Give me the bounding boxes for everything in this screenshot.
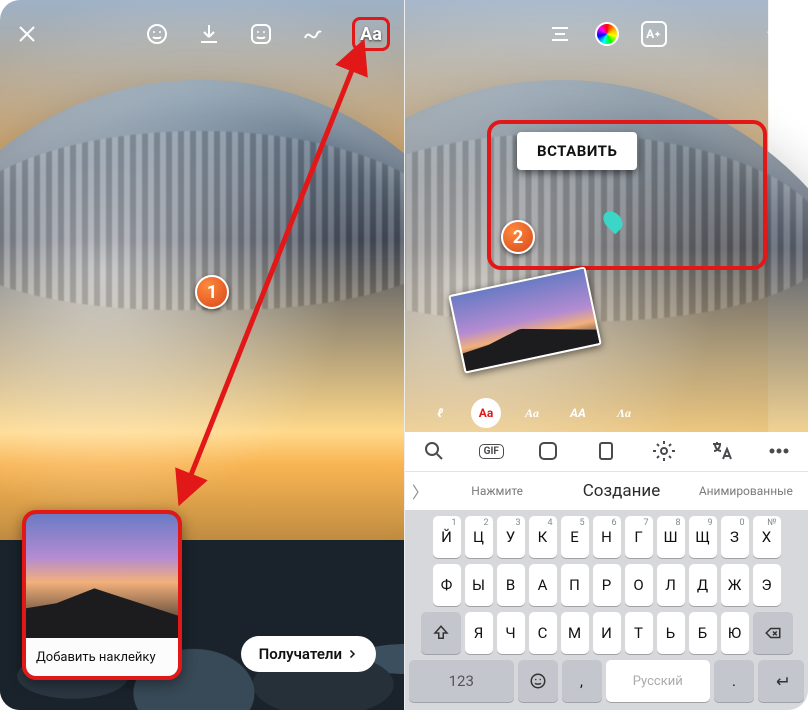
key[interactable]: Ц2	[465, 516, 493, 558]
key[interactable]: Р	[593, 564, 621, 606]
enter-key[interactable]	[758, 660, 804, 702]
period-key[interactable]: .	[714, 660, 754, 702]
download-icon[interactable]	[196, 21, 222, 47]
key[interactable]: Э	[753, 564, 781, 606]
recipients-button[interactable]: Получатели	[241, 636, 376, 672]
font-style-row: AA ℓ Aa Aa Aa Aa AA Λa	[405, 394, 808, 432]
text-effects-icon[interactable]: A✦	[641, 21, 667, 47]
sticker-icon[interactable]	[248, 21, 274, 47]
key[interactable]: К4	[529, 516, 557, 558]
recipients-label: Получатели	[259, 645, 342, 663]
gif-icon[interactable]: GIF	[479, 444, 504, 459]
align-icon[interactable]	[547, 21, 573, 47]
key[interactable]: Х№	[753, 516, 781, 558]
step-marker-2: 2	[501, 220, 535, 254]
done-button[interactable]	[764, 18, 790, 48]
key[interactable]: Ш8	[657, 516, 685, 558]
suggestion[interactable]: Анимированные	[684, 484, 808, 498]
shift-key[interactable]	[421, 612, 461, 654]
font-option[interactable]: Aa	[517, 398, 547, 428]
key[interactable]: Ь	[657, 612, 685, 654]
key[interactable]: В	[497, 564, 525, 606]
step-marker-1: 1	[195, 275, 229, 309]
sticker-icon[interactable]	[535, 438, 561, 464]
more-icon[interactable]	[766, 438, 792, 464]
chevron-right-icon	[346, 648, 358, 660]
key[interactable]: Ю	[721, 612, 749, 654]
font-option-active[interactable]: Aa	[471, 398, 501, 428]
backspace-key[interactable]	[753, 612, 793, 654]
story-editor-screen: Aa 1 Добавить наклейку узья Получатели	[0, 0, 404, 710]
key-grid: Й1Ц2У3К4Е5Н6Г7Ш8Щ9З0Х№ ФЫВАПРОЛДЖЭ ЯЧСМИ…	[405, 510, 808, 710]
key[interactable]: И	[593, 612, 621, 654]
keyboard-toolbar: GIF	[405, 432, 808, 471]
key[interactable]: З0	[721, 516, 749, 558]
sticker-thumbnail	[26, 514, 178, 638]
font-option[interactable]: Λa	[609, 398, 639, 428]
clipboard-icon[interactable]	[593, 438, 619, 464]
key[interactable]: Я	[465, 612, 493, 654]
suggestion[interactable]: Нажмите	[435, 484, 559, 498]
keyboard: GIF 〉 Нажмите Создание Анимированные Й1Ц…	[405, 432, 808, 710]
search-icon[interactable]	[421, 438, 447, 464]
key[interactable]: Е5	[561, 516, 589, 558]
font-option[interactable]: AA	[563, 398, 593, 428]
add-sticker-popup[interactable]: Добавить наклейку узья	[22, 510, 182, 680]
key[interactable]: Д	[689, 564, 717, 606]
sticker-caption: Добавить наклейку	[26, 638, 178, 676]
key[interactable]: М	[561, 612, 589, 654]
paste-button[interactable]: ВСТАВИТЬ	[517, 132, 637, 170]
key[interactable]: А	[529, 564, 557, 606]
key[interactable]: Л	[657, 564, 685, 606]
text-toolbar: A✦	[405, 14, 808, 54]
key[interactable]: С	[529, 612, 557, 654]
key[interactable]: Ч	[497, 612, 525, 654]
suggestion-bar: 〉 Нажмите Создание Анимированные	[405, 471, 808, 510]
key[interactable]: П	[561, 564, 589, 606]
key[interactable]: Н6	[593, 516, 621, 558]
settings-icon[interactable]	[651, 438, 677, 464]
face-filter-icon[interactable]	[144, 21, 170, 47]
suggestion[interactable]: Создание	[559, 481, 683, 501]
key[interactable]: О	[625, 564, 653, 606]
color-picker-icon[interactable]	[595, 22, 619, 46]
comma-key[interactable]: ,	[562, 660, 602, 702]
key[interactable]: Г7	[625, 516, 653, 558]
key[interactable]: Ы	[465, 564, 493, 606]
key[interactable]: Ф	[433, 564, 461, 606]
emoji-key[interactable]	[518, 660, 558, 702]
key[interactable]: Ж	[721, 564, 749, 606]
editor-toolbar: Aa	[0, 14, 404, 54]
draw-icon[interactable]	[300, 21, 326, 47]
numeric-key[interactable]: 123	[409, 660, 514, 702]
key[interactable]: Щ9	[689, 516, 717, 558]
text-tool-button[interactable]: Aa	[352, 17, 390, 51]
space-key[interactable]: Русский	[606, 660, 711, 702]
expand-icon[interactable]: 〉	[405, 479, 435, 503]
key[interactable]: Б	[689, 612, 717, 654]
translate-icon[interactable]	[708, 438, 734, 464]
font-option[interactable]: ℓ	[425, 398, 455, 428]
key[interactable]: Й1	[433, 516, 461, 558]
text-entry-screen: A✦ ВСТАВИТЬ 2 AA ℓ Aa Aa Aa Aa AA Λa GIF	[404, 0, 808, 710]
close-icon[interactable]	[14, 21, 40, 47]
key[interactable]: Т	[625, 612, 653, 654]
key[interactable]: У3	[497, 516, 525, 558]
